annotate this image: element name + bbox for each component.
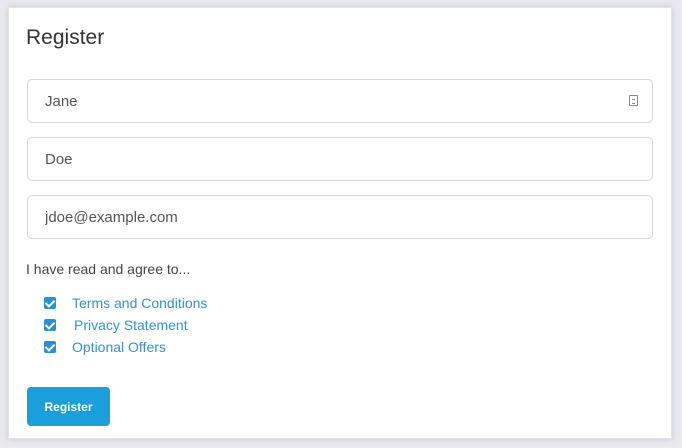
agreement-terms[interactable]: Terms and Conditions xyxy=(44,292,207,314)
contact-card-icon[interactable] xyxy=(629,95,638,106)
offers-checkbox[interactable] xyxy=(44,341,56,353)
email-input[interactable] xyxy=(45,196,615,238)
page-title: Register xyxy=(26,26,105,49)
register-card: Register I have read and agree to... Ter… xyxy=(8,7,672,439)
agree-label: I have read and agree to... xyxy=(26,261,191,277)
agreements-list: Terms and Conditions Privacy Statement O… xyxy=(44,292,207,358)
privacy-checkbox[interactable] xyxy=(44,319,56,331)
offers-link[interactable]: Optional Offers xyxy=(72,339,166,355)
terms-checkbox[interactable] xyxy=(44,297,56,309)
first-name-input[interactable] xyxy=(45,80,615,122)
privacy-link[interactable]: Privacy Statement xyxy=(74,317,188,333)
email-field[interactable] xyxy=(27,195,653,239)
agreement-privacy[interactable]: Privacy Statement xyxy=(44,314,207,336)
first-name-field[interactable] xyxy=(27,79,653,123)
last-name-input[interactable] xyxy=(45,138,615,180)
last-name-field[interactable] xyxy=(27,137,653,181)
terms-link[interactable]: Terms and Conditions xyxy=(72,295,207,311)
agreement-offers[interactable]: Optional Offers xyxy=(44,336,207,358)
register-button[interactable]: Register xyxy=(27,387,110,426)
